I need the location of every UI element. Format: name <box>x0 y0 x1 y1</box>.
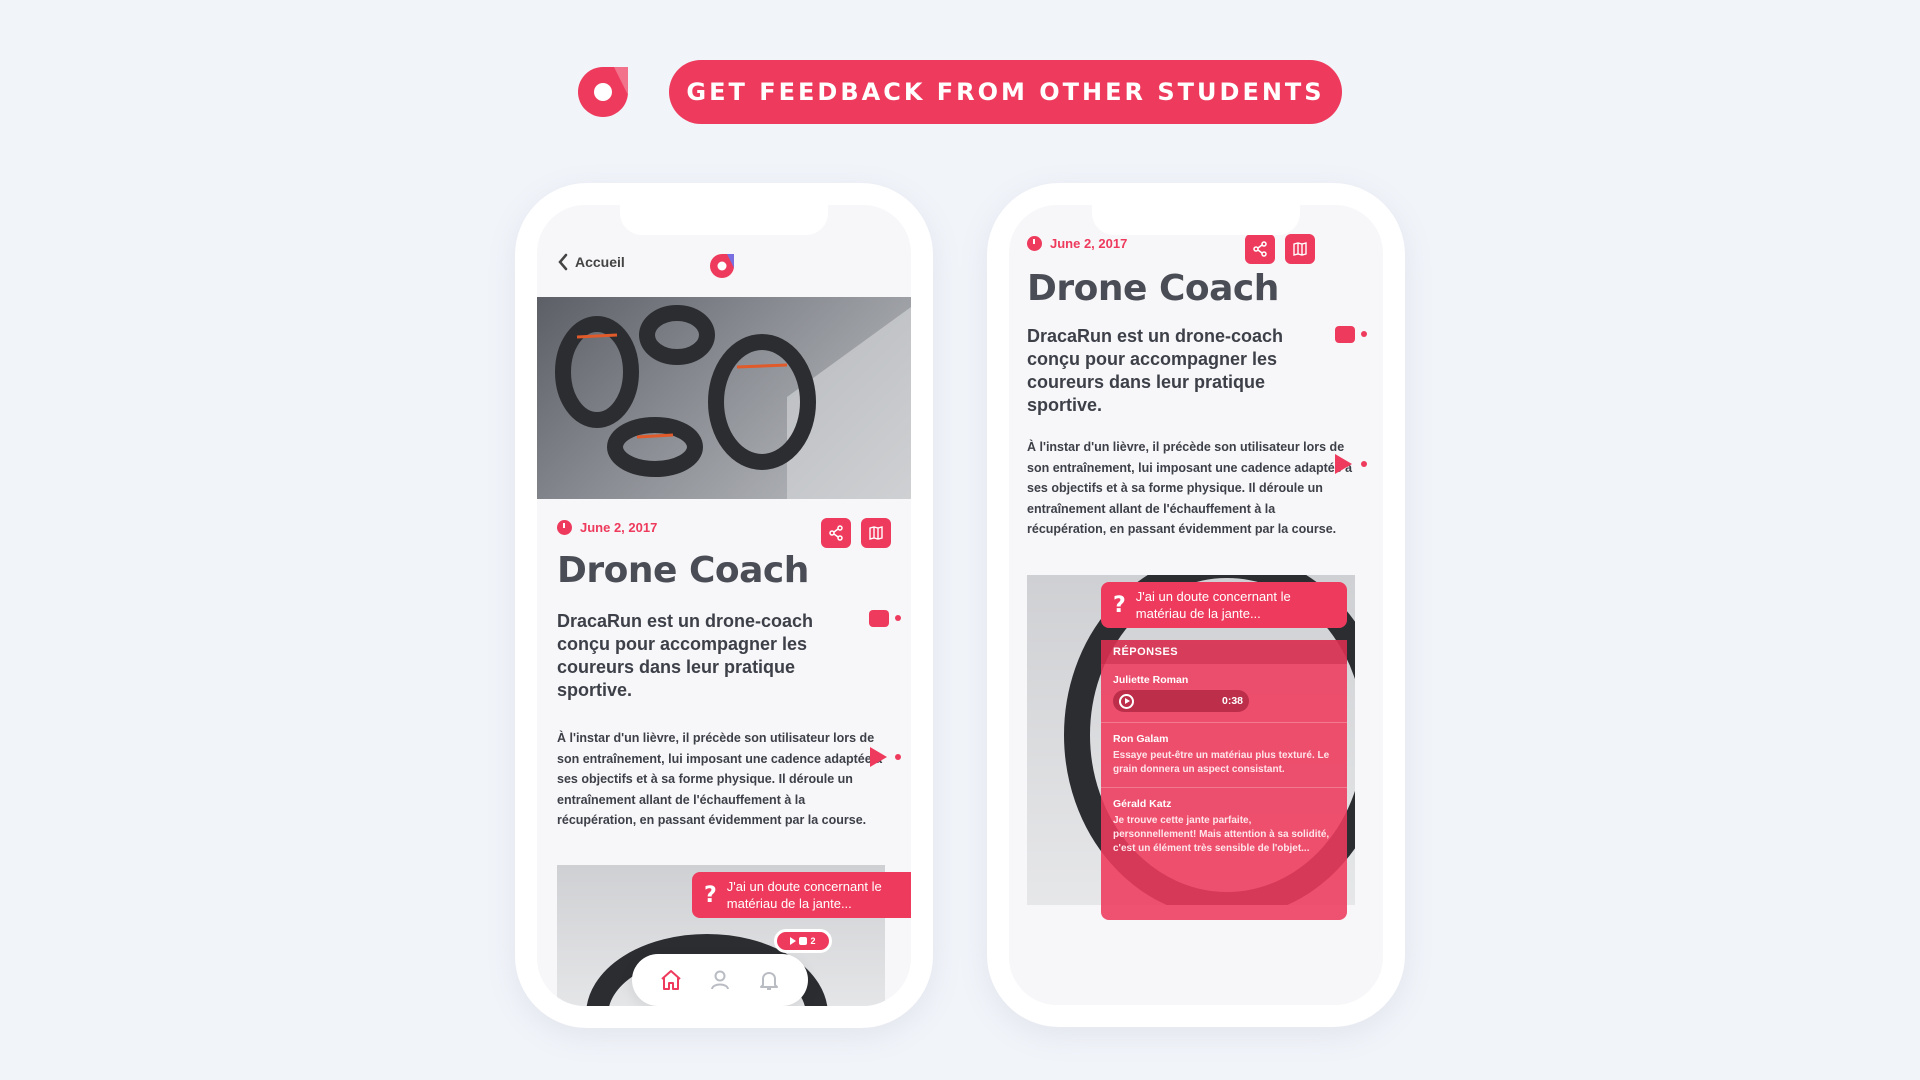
play-icon[interactable] <box>1119 693 1134 709</box>
question-text: J'ai un doute concernant le matériau de … <box>726 879 882 911</box>
bell-icon[interactable] <box>757 968 781 992</box>
answer-item: Ron Galam Essaye peut-être un matériau p… <box>1101 723 1347 788</box>
audio-duration: 0:38 <box>1221 695 1243 707</box>
marker-dot <box>895 754 901 760</box>
share-icon <box>829 525 843 541</box>
question-mini-badge[interactable]: 2 <box>774 929 832 953</box>
article-date-text: June 2, 2017 <box>580 520 658 535</box>
question-text: J'ai un doute concernant le matériau de … <box>1135 589 1291 621</box>
article-lead: DracaRun est un drone-coach conçu pour a… <box>557 611 814 700</box>
back-button[interactable]: Accueil <box>557 253 625 271</box>
share-button[interactable] <box>821 518 851 548</box>
home-icon[interactable] <box>659 968 683 992</box>
phone-article: Accueil June 2, 2017 Drone Coach DracaRu… <box>515 183 933 1028</box>
answers-header: RÉPONSES <box>1101 640 1347 664</box>
tab-bar <box>632 954 808 1006</box>
map-button[interactable] <box>1285 234 1315 264</box>
play-icon <box>790 937 797 945</box>
question-mark-icon: ? <box>1113 592 1126 618</box>
phone-feedback-screen: June 2, 2017 Drone Coach DracaRun est un… <box>1009 205 1383 1005</box>
product-hero-image <box>537 297 911 499</box>
article-date: June 2, 2017 <box>557 520 657 535</box>
map-button[interactable] <box>861 518 891 548</box>
clock-icon <box>1027 236 1042 251</box>
audio-play-marker[interactable] <box>870 747 887 767</box>
showcase: GET FEEDBACK FROM OTHER STUDENTS Accueil <box>0 0 1920 1080</box>
answer-author: Ron Galam <box>1113 733 1169 745</box>
stop-icon <box>799 937 808 945</box>
answers-panel: RÉPONSES Juliette Roman 0:38 Ron Galam E… <box>1101 640 1347 920</box>
app-logo-small-icon <box>710 254 734 278</box>
drone-wheels-illustration <box>555 305 911 499</box>
map-icon <box>1293 242 1307 256</box>
answer-author: Gérald Katz <box>1113 798 1172 810</box>
article-date-text: June 2, 2017 <box>1050 236 1128 251</box>
answer-author: Juliette Roman <box>1113 674 1189 686</box>
answer-item: Juliette Roman 0:38 <box>1101 664 1347 723</box>
user-icon[interactable] <box>708 968 732 992</box>
phone-feedback: June 2, 2017 Drone Coach DracaRun est un… <box>987 183 1405 1027</box>
app-logo-icon <box>578 67 628 117</box>
article-body: À l'instar d'un lièvre, il précède son u… <box>557 731 883 827</box>
share-icon <box>1253 241 1267 257</box>
audio-play-marker[interactable] <box>1335 454 1352 474</box>
question-count: 2 <box>810 936 816 946</box>
article-body: À l'instar d'un lièvre, il précède son u… <box>1027 440 1353 536</box>
article-title: Drone Coach <box>1027 268 1279 309</box>
map-icon <box>869 526 883 540</box>
share-button[interactable] <box>1245 234 1275 264</box>
record-marker[interactable] <box>1335 326 1355 343</box>
answer-text: Essaye peut-être un matériau plus textur… <box>1113 750 1330 775</box>
article-lead: DracaRun est un drone-coach conçu pour a… <box>1027 326 1284 415</box>
question-bubble[interactable]: ? J'ai un doute concernant le matériau d… <box>1101 582 1347 628</box>
marker-dot <box>1361 461 1367 467</box>
phone-article-screen: Accueil June 2, 2017 Drone Coach DracaRu… <box>537 205 911 1006</box>
clock-icon <box>557 520 572 535</box>
question-bubble[interactable]: ? J'ai un doute concernant le matériau d… <box>692 872 911 918</box>
chevron-left-icon <box>558 253 568 271</box>
back-label: Accueil <box>575 254 625 270</box>
feedback-banner: GET FEEDBACK FROM OTHER STUDENTS <box>669 60 1342 124</box>
question-mark-icon: ? <box>704 882 717 908</box>
article-title: Drone Coach <box>557 550 809 591</box>
phone-notch <box>1092 205 1300 235</box>
marker-dot <box>895 615 901 621</box>
article-date: June 2, 2017 <box>1027 236 1127 251</box>
record-marker[interactable] <box>869 610 889 627</box>
answer-item: Gérald Katz Je trouve cette jante parfai… <box>1101 788 1347 866</box>
audio-player[interactable]: 0:38 <box>1113 690 1249 712</box>
marker-dot <box>1361 331 1367 337</box>
answer-text: Je trouve cette jante parfaite, personne… <box>1113 815 1330 854</box>
phone-notch <box>620 205 828 235</box>
feedback-banner-label: GET FEEDBACK FROM OTHER STUDENTS <box>686 78 1325 106</box>
